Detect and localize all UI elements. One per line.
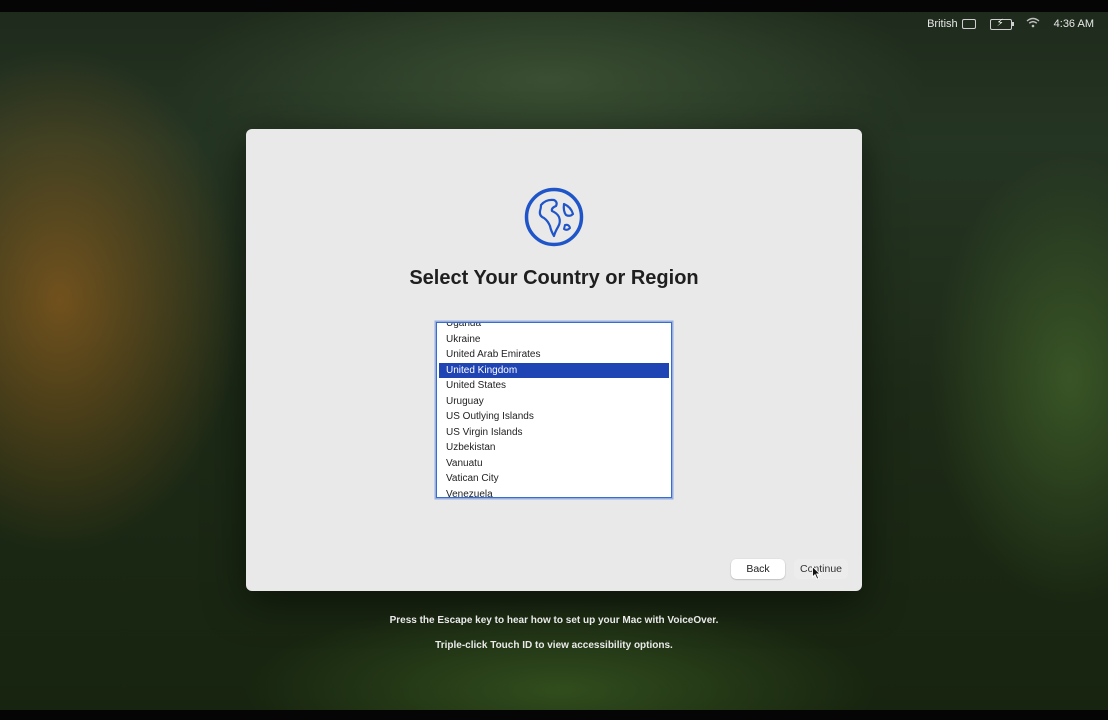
bottom-bezel: [0, 710, 1108, 720]
list-item[interactable]: US Virgin Islands: [437, 425, 671, 441]
wifi-icon[interactable]: [1026, 17, 1040, 31]
setup-dialog: Select Your Country or Region Uganda Ukra…: [246, 129, 862, 591]
list-item[interactable]: Uzbekistan: [437, 440, 671, 456]
input-source-menu[interactable]: British: [927, 18, 976, 30]
list-item[interactable]: Vatican City: [437, 471, 671, 487]
list-item[interactable]: US Outlying Islands: [437, 409, 671, 425]
list-item[interactable]: Venezuela: [437, 487, 671, 498]
accessibility-hint: Triple-click Touch ID to view accessibil…: [435, 640, 673, 651]
list-item[interactable]: United Arab Emirates: [437, 347, 671, 363]
keyboard-icon: [961, 19, 976, 29]
page-title: Select Your Country or Region: [409, 267, 699, 289]
battery-charging-icon[interactable]: ⚡: [989, 18, 1014, 30]
clock[interactable]: 4:36 AM: [1054, 18, 1094, 30]
list-item[interactable]: United States: [437, 378, 671, 394]
list-item[interactable]: Ukraine: [437, 332, 671, 348]
top-bezel: [0, 0, 1108, 12]
voiceover-hint: Press the Escape key to hear how to set …: [389, 615, 719, 626]
list-item-selected[interactable]: United Kingdom: [439, 362, 669, 378]
list-item[interactable]: Uruguay: [437, 394, 671, 410]
menu-bar: British ⚡ 4:36 AM: [927, 14, 1094, 34]
globe-icon: [524, 187, 584, 247]
list-item[interactable]: Uganda: [437, 323, 671, 332]
country-list[interactable]: Uganda Ukraine United Arab Emirates United …: [436, 322, 672, 498]
input-source-label: British: [927, 18, 958, 30]
list-item[interactable]: Vanuatu: [437, 456, 671, 472]
back-button[interactable]: Back: [731, 559, 785, 579]
